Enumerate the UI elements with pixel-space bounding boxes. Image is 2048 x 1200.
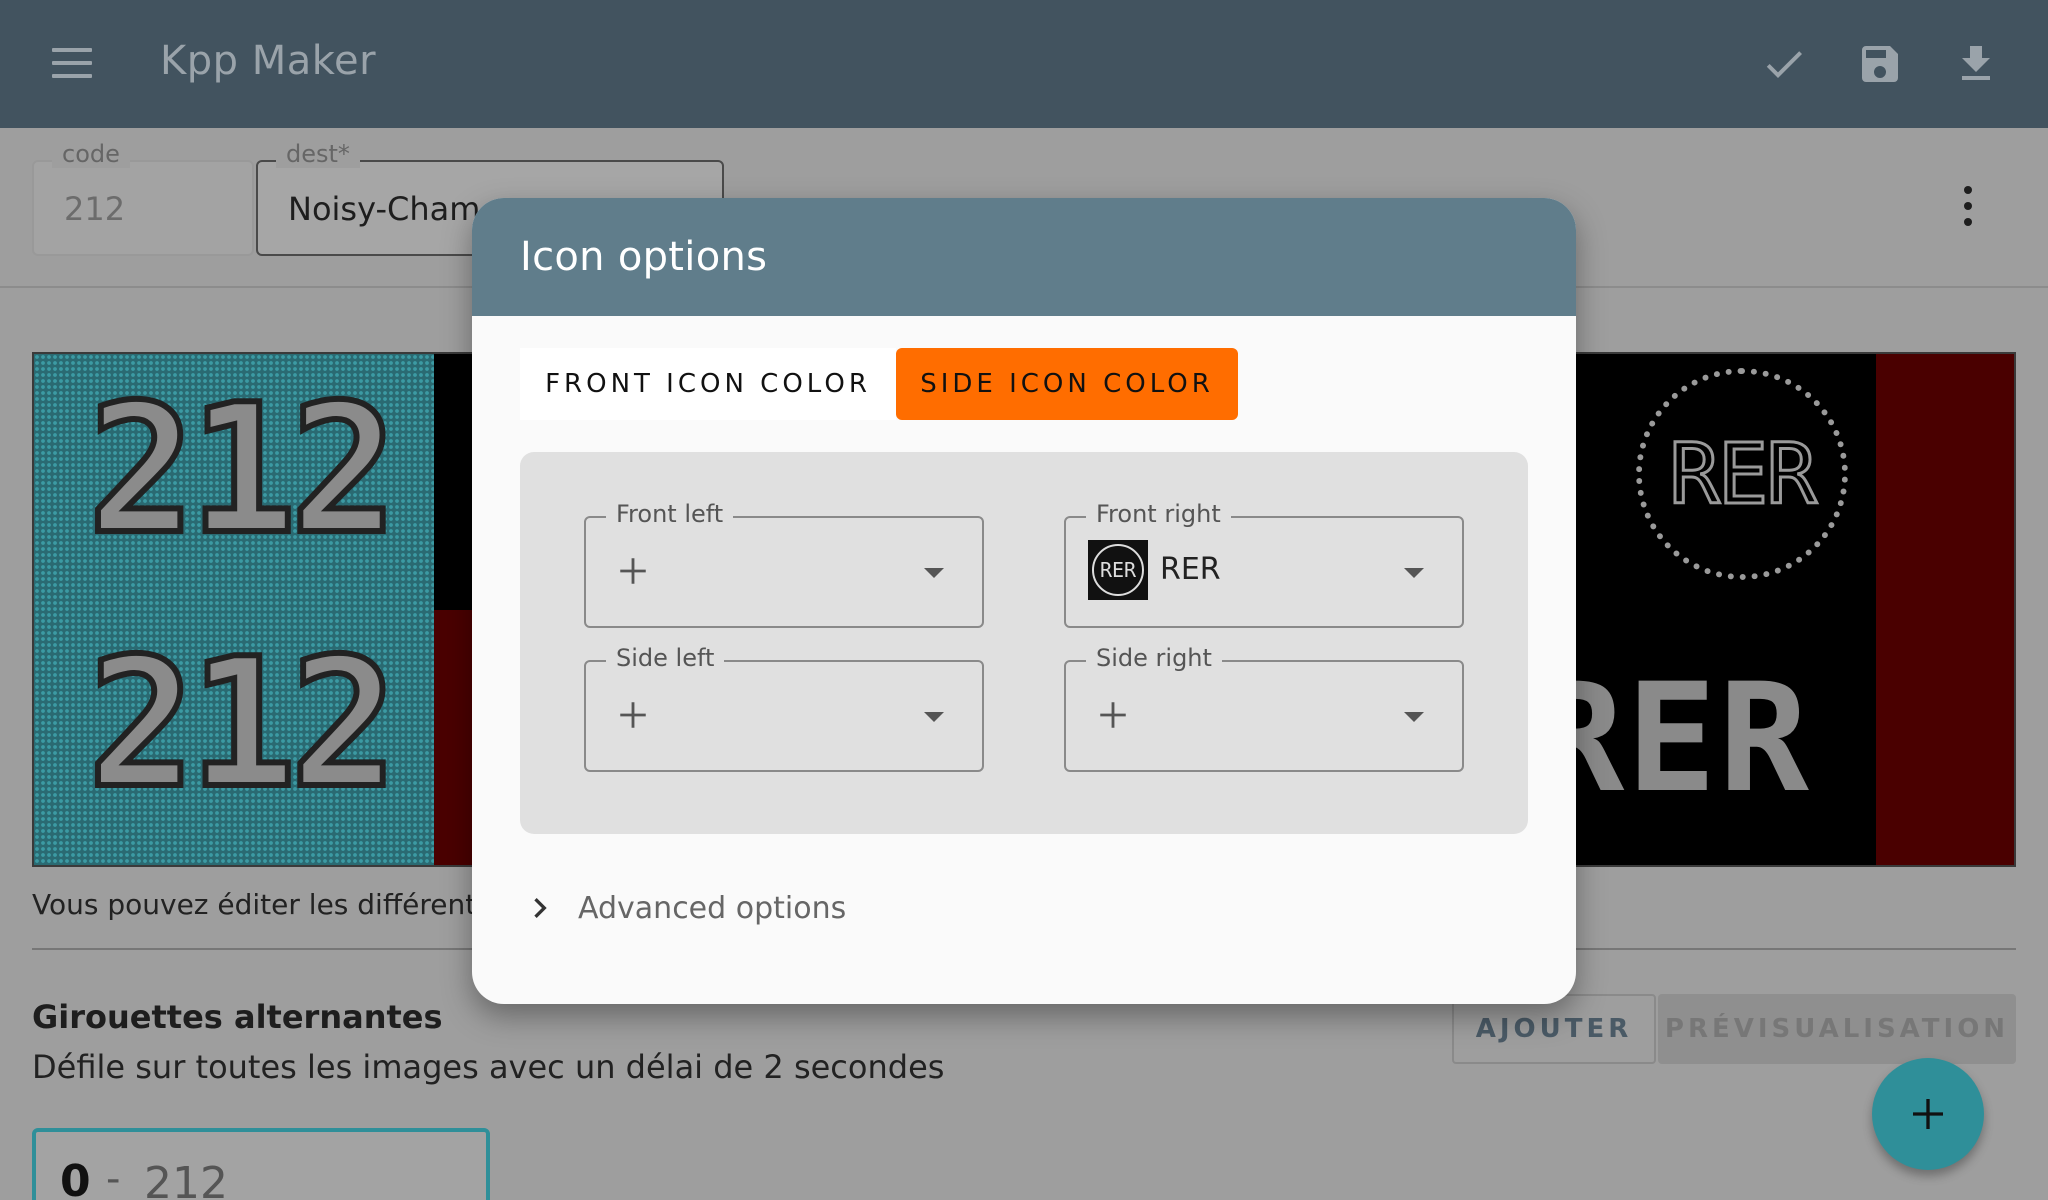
plus-icon [1100,702,1126,728]
chevron-down-icon [1404,568,1424,578]
tab-front-icon-color[interactable]: FRONT ICON COLOR [520,348,896,420]
item-index: 0 [60,1156,91,1200]
code-field[interactable]: code 212 [32,140,254,256]
menu-icon[interactable] [52,48,92,78]
dialog-header: Icon options [472,198,1576,316]
preview-button[interactable]: PRÉVISUALISATION [1658,994,2016,1064]
color-tabs: FRONT ICON COLOR SIDE ICON COLOR [520,348,1238,420]
alternating-title: Girouettes alternantes [32,998,443,1036]
check-icon[interactable] [1760,40,1808,88]
front-number: 212 [85,363,400,576]
plus-icon [620,702,646,728]
advanced-options-toggle[interactable]: Advanced options [520,888,846,928]
alternating-subtitle: Défile sur toutes les images avec un dél… [32,1048,945,1086]
code-value: 212 [64,190,126,228]
front-right-label: Front right [1086,500,1231,528]
side-left-label: Side left [606,644,725,672]
front-right-select[interactable]: Front right RER RER [1064,500,1464,628]
plus-icon [620,558,646,584]
front-left-select[interactable]: Front left [584,500,984,628]
rer-thumbnail-text: RER [1092,544,1144,596]
chevron-down-icon [924,712,944,722]
dialog-title: Icon options [520,234,768,280]
rer-icon: RER [1636,368,1848,580]
alternating-item[interactable]: 0 - 212 [32,1128,490,1200]
chevron-down-icon [1404,712,1424,722]
red-right-strip [1876,354,2014,865]
front-led-panel: 212 212 [34,354,434,865]
add-fab[interactable] [1872,1058,1984,1170]
rer-icon-text: RER [1668,424,1819,525]
dest-label: dest* [276,140,360,168]
download-icon[interactable] [1952,40,2000,88]
rer-thumbnail-icon: RER [1088,540,1148,600]
plus-icon [1913,1099,1943,1129]
code-label: code [52,140,130,168]
edit-hint: Vous pouvez éditer les différentes [32,888,509,921]
side-left-select[interactable]: Side left [584,644,984,772]
save-icon[interactable] [1856,40,1904,88]
icon-options-dialog: Icon options FRONT ICON COLOR SIDE ICON … [472,198,1576,1004]
chevron-right-icon [534,898,547,918]
advanced-options-label: Advanced options [578,890,847,926]
icon-select-panel: Front left Front right RER RER Side left… [520,452,1528,834]
dest-value: Noisy-Cham [288,190,481,228]
more-options-icon[interactable] [1958,186,1978,226]
tab-side-icon-color[interactable]: SIDE ICON COLOR [896,348,1238,420]
item-separator: - [106,1156,121,1200]
item-name: 212 [144,1158,228,1200]
side-right-select[interactable]: Side right [1064,644,1464,772]
add-button[interactable]: AJOUTER [1452,994,1656,1064]
side-right-label: Side right [1086,644,1222,672]
chevron-down-icon [924,568,944,578]
side-number: 212 [85,617,400,830]
front-right-value: RER [1160,552,1221,587]
front-left-label: Front left [606,500,734,528]
app-title: Kpp Maker [160,38,377,84]
app-bar: Kpp Maker [0,0,2048,128]
